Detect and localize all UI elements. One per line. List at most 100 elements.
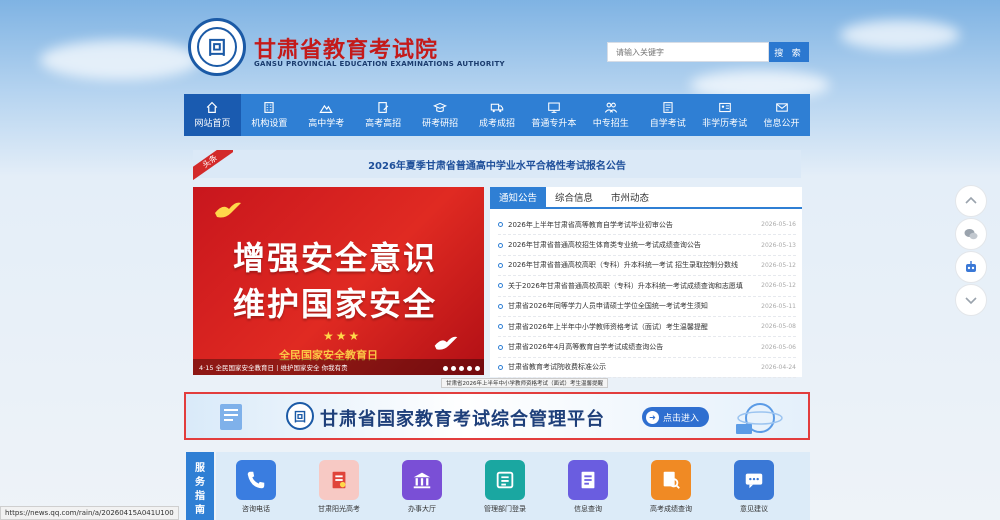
status-bar-url: https://news.qq.com/rain/a/20260415A041U…: [0, 506, 179, 520]
news-title[interactable]: 2026年甘肃省普通高校高职（专科）升本科统一考试 招生录取控制分数线: [498, 260, 738, 270]
nav-item-non-degree[interactable]: 非学历考试: [696, 94, 753, 136]
logo-emblem-icon[interactable]: 回: [188, 18, 246, 76]
mail-icon: [775, 101, 789, 113]
news-date: 2026-05-13: [761, 241, 796, 249]
tab-notices[interactable]: 通知公告: [490, 187, 547, 207]
news-title[interactable]: 2026年甘肃省普通高校招生体育类专业统一考试成绩查询公告: [498, 240, 701, 250]
chevron-down-icon: [965, 297, 977, 305]
login-icon: [485, 460, 525, 500]
service-feedback[interactable]: 意见建议: [719, 460, 789, 514]
dove-icon: [215, 202, 241, 218]
info-icon: [568, 460, 608, 500]
tab-city-news[interactable]: 市州动态: [602, 187, 658, 207]
list-item[interactable]: 甘肃省2026年上半年中小学教师资格考试（面试）考生温馨提醒 2026-05-08: [498, 317, 796, 338]
book-icon: [661, 101, 675, 113]
headline-text: 2026年夏季甘肃省普通高中学业水平合格性考试报名公告: [368, 160, 626, 172]
truck-icon: [490, 101, 504, 113]
carousel-dot[interactable]: [451, 366, 456, 371]
service-admin-login[interactable]: 管理部门登录: [470, 460, 540, 514]
nav-item-vocational[interactable]: 中专招生: [582, 94, 639, 136]
news-date: 2026-05-12: [761, 261, 796, 269]
nav-item-high-school-exam[interactable]: 高中学考: [298, 94, 355, 136]
list-item[interactable]: 甘肃省2026年同等学力人员申请硕士学位全国统一考试考生须知 2026-05-11: [498, 297, 796, 317]
banner-caption: 4·15 全民国家安全教育日丨维护国家安全 你我有责: [193, 359, 484, 375]
carousel-dot[interactable]: [443, 366, 448, 371]
nav-item-label: 高中学考: [308, 119, 345, 129]
id-card-icon: [718, 101, 732, 113]
headline-ribbon-label: 头条: [193, 150, 233, 180]
services-panel: 咨询电话 甘肃阳光高考 办事大厅 管理部门登录 信息查询 高考成绩查询 意见建议: [216, 452, 810, 520]
news-date: 2026-05-11: [761, 302, 796, 310]
list-item[interactable]: 2026年上半年甘肃省高等教育自学考试毕业初审公告 2026-05-16: [498, 215, 796, 236]
list-item[interactable]: 甘肃省2026年4月高等教育自学考试成绩查询公告 2026-05-06: [498, 337, 796, 358]
label-char: 服: [195, 463, 205, 474]
nav-item-label: 中专招生: [592, 119, 629, 129]
nav-item-adult-exam[interactable]: 成考成招: [469, 94, 526, 136]
service-hotline[interactable]: 咨询电话: [221, 460, 291, 514]
carousel-dots: [443, 366, 480, 371]
platform-title: 甘肃省国家教育考试综合管理平台: [320, 409, 605, 430]
nav-item-label: 网站首页: [194, 119, 231, 129]
site-header: 回 甘肃省教育考试院 GANSU PROVINCIAL EDUCATION EX…: [0, 0, 1000, 92]
news-title[interactable]: 甘肃省2026年4月高等教育自学考试成绩查询公告: [498, 342, 663, 352]
search-button[interactable]: 搜 索: [769, 42, 809, 62]
service-hall[interactable]: 办事大厅: [387, 460, 457, 514]
sun-doc-icon: [319, 460, 359, 500]
scroll-up-button[interactable]: [955, 185, 987, 217]
nav-item-info-disclosure[interactable]: 信息公开: [753, 94, 810, 136]
list-item[interactable]: 甘肃省教育考试院收费标准公示 2026-04-24: [498, 358, 796, 379]
news-title[interactable]: 甘肃省2026年上半年中小学教师资格考试（面试）考生温馨提醒: [498, 322, 708, 332]
service-label: 办事大厅: [408, 505, 436, 513]
people-icon: [604, 101, 618, 113]
tab-general-info[interactable]: 综合信息: [546, 187, 602, 207]
site-subtitle: GANSU PROVINCIAL EDUCATION EXAMINATIONS …: [254, 60, 505, 68]
carousel-dot[interactable]: [459, 366, 464, 371]
news-title[interactable]: 关于2026年甘肃省普通高校高职（专科）升本科统一考试成绩查询和志愿填: [498, 281, 743, 291]
nav-item-home[interactable]: 网站首页: [184, 94, 241, 136]
enter-platform-button[interactable]: ➜ 点击进入: [642, 407, 710, 427]
list-item[interactable]: 2026年甘肃省普通高校高职（专科）升本科统一考试 招生录取控制分数线 2026-…: [498, 256, 796, 277]
nav-item-self-study[interactable]: 自学考试: [639, 94, 696, 136]
platform-emblem-icon: 回: [286, 402, 314, 430]
service-score-query[interactable]: 高考成绩查询: [636, 460, 706, 514]
news-title[interactable]: 2026年上半年甘肃省高等教育自学考试毕业初审公告: [498, 220, 673, 230]
news-title[interactable]: 甘肃省教育考试院收费标准公示: [498, 362, 606, 372]
news-date: 2026-05-06: [761, 343, 796, 351]
nav-item-graduate-exam[interactable]: 研考研招: [412, 94, 469, 136]
list-item[interactable]: 关于2026年甘肃省普通高校高职（专科）升本科统一考试成绩查询和志愿填 2026-…: [498, 276, 796, 297]
star-icons: ★★★: [323, 329, 362, 343]
wechat-button[interactable]: [955, 218, 987, 250]
nav-item-upgrade-exam[interactable]: 普通专升本: [525, 94, 582, 136]
headline-ribbon: 头条: [193, 150, 233, 180]
list-item[interactable]: 2026年甘肃省普通高校招生体育类专业统一考试成绩查询公告 2026-05-13: [498, 235, 796, 256]
platform-banner[interactable]: 回 甘肃省国家教育考试综合管理平台 ➜ 点击进入: [184, 392, 810, 440]
service-sunshine-gaokao[interactable]: 甘肃阳光高考: [304, 460, 374, 514]
search-input[interactable]: [607, 42, 769, 62]
service-info-query[interactable]: 信息查询: [553, 460, 623, 514]
main-nav: 网站首页 机构设置 高中学考 高考高招 研考研招 成考成招 普通专升本 中专招生…: [184, 94, 810, 136]
scroll-down-button[interactable]: [955, 284, 987, 316]
carousel-dot[interactable]: [475, 366, 480, 371]
nav-item-label: 研考研招: [422, 119, 459, 129]
feedback-icon: [734, 460, 774, 500]
nav-item-organization[interactable]: 机构设置: [241, 94, 298, 136]
score-search-icon: [651, 460, 691, 500]
monitor-icon: [547, 101, 561, 113]
service-label: 咨询电话: [242, 505, 270, 513]
carousel-dot[interactable]: [467, 366, 472, 371]
chevron-up-icon: [965, 196, 977, 204]
nav-item-label: 成考成招: [478, 119, 515, 129]
headline-link[interactable]: 2026年夏季甘肃省普通高中学业水平合格性考试报名公告: [193, 150, 801, 178]
news-title[interactable]: 甘肃省2026年同等学力人员申请硕士学位全国统一考试考生须知: [498, 301, 708, 311]
assistant-robot-button[interactable]: [955, 251, 987, 283]
hover-tooltip: 甘肃省2026年上半年中小学教师资格考试（面试）考生温馨提醒: [441, 378, 608, 388]
building-icon: [262, 101, 276, 113]
carousel-banner[interactable]: 增强安全意识 维护国家安全 ★★★ 全民国家安全教育日 4·15 全民国家安全教…: [193, 187, 484, 375]
arrow-right-icon: ➜: [646, 410, 659, 424]
enter-label: 点击进入: [663, 413, 700, 424]
nav-item-college-entrance[interactable]: 高考高招: [355, 94, 412, 136]
service-label: 高考成绩查询: [650, 505, 692, 513]
mountain-icon: [319, 101, 333, 113]
service-label: 意见建议: [740, 505, 768, 513]
service-label: 管理部门登录: [484, 505, 526, 513]
